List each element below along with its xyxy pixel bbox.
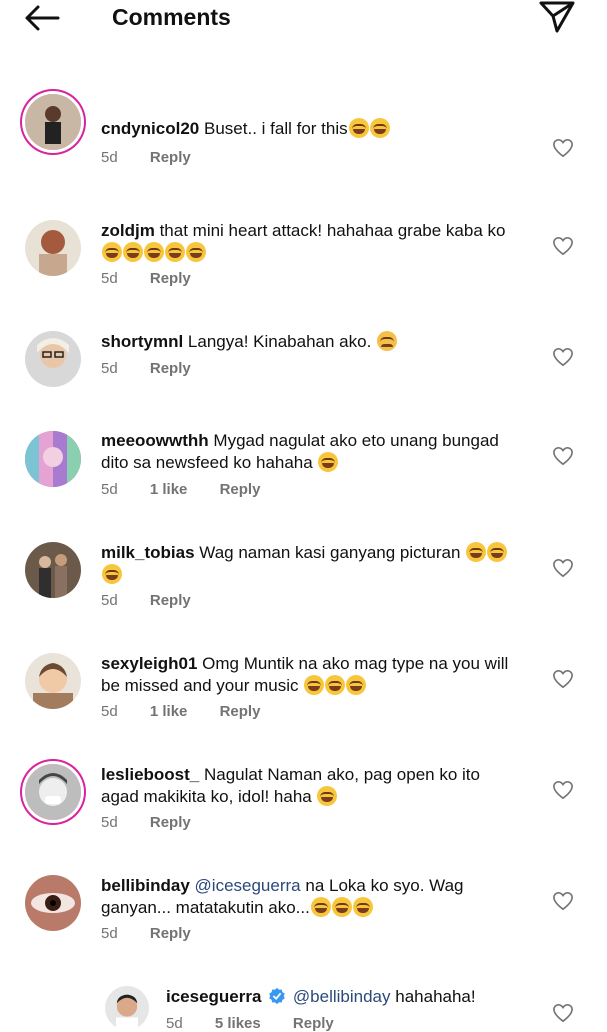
header: Comments <box>0 0 607 34</box>
avatar[interactable] <box>25 94 81 150</box>
page-title: Comments <box>112 4 231 30</box>
username[interactable]: shortymnl <box>101 332 183 351</box>
avatar[interactable] <box>25 542 81 598</box>
timestamp: 5d <box>101 703 118 720</box>
heart-icon[interactable] <box>552 138 574 158</box>
avatar[interactable] <box>25 331 81 387</box>
comment-meta: 5d Reply <box>101 592 219 609</box>
laughing-emoji <box>466 542 487 562</box>
laughing-emoji <box>304 675 325 695</box>
heart-icon[interactable] <box>552 236 574 256</box>
heart-icon[interactable] <box>552 347 574 367</box>
laughing-emoji <box>348 118 369 138</box>
username[interactable]: sexyleigh01 <box>101 654 197 673</box>
laughing-emoji <box>352 897 373 917</box>
reply-button[interactable]: Reply <box>150 360 191 377</box>
heart-icon[interactable] <box>552 891 574 911</box>
comment-meta: 5d 1 like Reply <box>101 703 288 720</box>
reply-button[interactable]: Reply <box>150 925 191 942</box>
sad-emoji <box>377 331 398 351</box>
comment-body: hahahaha! <box>395 987 476 1006</box>
laughing-emoji <box>310 897 331 917</box>
comment-meta: 5d Reply <box>101 149 219 166</box>
back-arrow-icon[interactable] <box>22 2 62 34</box>
username[interactable]: leslieboost_ <box>101 765 199 784</box>
timestamp: 5d <box>101 149 118 166</box>
avatar[interactable] <box>25 220 81 276</box>
comment-meta: 5d Reply <box>101 925 219 942</box>
comment-text: cndynicol20 Buset.. i fall for this <box>101 118 521 140</box>
verified-badge-icon <box>269 987 285 1005</box>
timestamp: 5d <box>101 592 118 609</box>
avatar[interactable] <box>25 653 81 709</box>
laughing-emoji <box>318 452 339 472</box>
heart-icon[interactable] <box>552 558 574 578</box>
laughing-emoji <box>487 542 508 562</box>
grinning-emoji <box>317 786 338 806</box>
reply-button[interactable]: Reply <box>150 814 191 831</box>
laughing-emoji <box>102 564 122 584</box>
comment-body: Buset.. i fall for this <box>204 119 348 138</box>
comment-meta: 5d 1 like Reply <box>101 481 288 498</box>
likes-count[interactable]: 1 like <box>150 703 188 720</box>
comment-meta: 5d Reply <box>101 270 219 287</box>
comment-body: that mini heart attack! hahahaa grabe ka… <box>159 221 506 240</box>
username[interactable]: iceseguerra <box>166 987 261 1006</box>
timestamp: 5d <box>101 925 118 942</box>
comment-text: iceseguerra @bellibinday hahahaha! <box>166 986 526 1008</box>
username[interactable]: bellibinday <box>101 876 190 895</box>
laughing-emoji <box>186 242 206 262</box>
username[interactable]: cndynicol20 <box>101 119 199 138</box>
laughing-emoji <box>369 118 390 138</box>
comment-text: milk_tobias Wag naman kasi ganyang pictu… <box>101 542 521 586</box>
comment-meta: 5d Reply <box>101 814 219 831</box>
timestamp: 5d <box>101 814 118 831</box>
timestamp: 5d <box>101 481 118 498</box>
username[interactable]: milk_tobias <box>101 543 195 562</box>
heart-icon[interactable] <box>552 669 574 689</box>
laughing-emoji <box>123 242 143 262</box>
laughing-emoji <box>165 242 185 262</box>
reply-button[interactable]: Reply <box>220 703 261 720</box>
comment-body: Wag naman kasi ganyang picturan <box>199 543 461 562</box>
laughing-emoji <box>346 675 367 695</box>
username[interactable]: meeoowwthh <box>101 431 209 450</box>
comment-text: shortymnl Langya! Kinabahan ako. <box>101 331 521 353</box>
reply-button[interactable]: Reply <box>220 481 261 498</box>
send-icon[interactable] <box>538 0 576 34</box>
timestamp: 5d <box>101 360 118 377</box>
heart-icon[interactable] <box>552 446 574 466</box>
reply-button[interactable]: Reply <box>150 270 191 287</box>
mention-link[interactable]: @iceseguerra <box>195 876 301 895</box>
username[interactable]: zoldjm <box>101 221 155 240</box>
comment-meta: 5d Reply <box>101 360 219 377</box>
laughing-emoji <box>102 242 122 262</box>
laughing-emoji <box>144 242 164 262</box>
comment-text: bellibinday @iceseguerra na Loka ko syo.… <box>101 875 521 919</box>
comment-text: meeoowwthh Mygad nagulat ako eto unang b… <box>101 430 521 474</box>
timestamp: 5d <box>101 270 118 287</box>
heart-icon[interactable] <box>552 1003 574 1023</box>
comment-text: zoldjm that mini heart attack! hahahaa g… <box>101 220 521 264</box>
mention-link[interactable]: @bellibinday <box>293 987 391 1006</box>
comment-text: leslieboost_ Nagulat Naman ako, pag open… <box>101 764 521 808</box>
avatar[interactable] <box>105 986 149 1030</box>
laughing-emoji <box>325 675 346 695</box>
avatar[interactable] <box>25 764 81 820</box>
comment-text: sexyleigh01 Omg Muntik na ako mag type n… <box>101 653 521 697</box>
heart-icon[interactable] <box>552 780 574 800</box>
likes-count[interactable]: 1 like <box>150 481 188 498</box>
comment-body: Langya! Kinabahan ako. <box>187 332 372 351</box>
reply-button[interactable]: Reply <box>150 592 191 609</box>
avatar[interactable] <box>25 431 81 487</box>
reply-button[interactable]: Reply <box>150 149 191 166</box>
laughing-emoji <box>331 897 352 917</box>
avatar[interactable] <box>25 875 81 931</box>
